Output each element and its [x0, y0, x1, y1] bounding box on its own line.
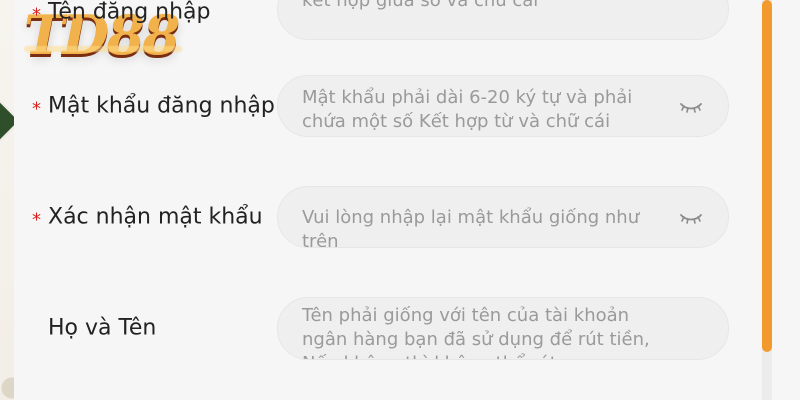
confirm-password-input[interactable]: Vui lòng nhập lại mật khẩu giống như trê… [277, 186, 729, 248]
vertical-scrollbar[interactable] [762, 0, 772, 400]
password-placeholder: Mật khẩu phải dài 6-20 ký tự và phải chứ… [302, 87, 633, 132]
form-row-confirm-password: * Xác nhận mật khẩu Vui lòng nhập lại mậ… [14, 177, 762, 257]
scrollbar-thumb[interactable] [762, 0, 772, 352]
username-label-text: Tên đăng nhập [48, 0, 211, 25]
password-input[interactable]: Mật khẩu phải dài 6-20 ký tự và phải chứ… [277, 75, 729, 137]
full-name-label: * Họ và Tên [32, 316, 156, 341]
username-label: * Tên đăng nhập [32, 0, 211, 25]
required-asterisk: * [32, 209, 41, 230]
eye-closed-icon[interactable] [678, 98, 704, 114]
form-row-username: * Tên đăng nhập kết hợp giữa số và chữ c… [14, 0, 762, 52]
right-gutter [772, 0, 800, 400]
password-label-text: Mật khẩu đăng nhập [48, 93, 275, 119]
registration-form-panel: TD88 * Tên đăng nhập kết hợp giữa số và … [14, 0, 762, 400]
confirm-password-label-text: Xác nhận mật khẩu [48, 204, 263, 230]
form-row-password: * Mật khẩu đăng nhập Mật khẩu phải dài 6… [14, 66, 762, 146]
full-name-input[interactable]: Tên phải giống với tên của tài khoản ngâ… [277, 297, 729, 360]
username-placeholder: kết hợp giữa số và chữ cái [302, 0, 539, 11]
full-name-label-text: Họ và Tên [48, 315, 157, 341]
form-row-full-name: * Họ và Tên Tên phải giống với tên của t… [14, 288, 762, 368]
required-asterisk: * [32, 4, 41, 25]
eye-closed-icon[interactable] [678, 209, 704, 225]
left-decorative-strip [0, 0, 14, 400]
required-asterisk: * [32, 98, 41, 119]
confirm-password-label: * Xác nhận mật khẩu [32, 205, 263, 230]
password-label: * Mật khẩu đăng nhập [32, 94, 275, 119]
full-name-placeholder: Tên phải giống với tên của tài khoản ngâ… [302, 305, 650, 359]
confirm-password-placeholder: Vui lòng nhập lại mật khẩu giống như trê… [302, 207, 640, 248]
username-input[interactable]: kết hợp giữa số và chữ cái [277, 0, 729, 40]
